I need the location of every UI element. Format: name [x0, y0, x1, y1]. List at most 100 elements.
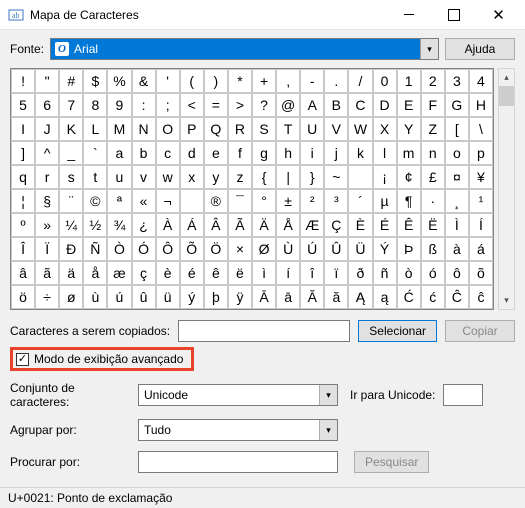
- select-button[interactable]: Selecionar: [358, 320, 437, 342]
- character-cell[interactable]: 0: [373, 69, 397, 93]
- character-cell[interactable]: ¼: [59, 213, 83, 237]
- character-cell[interactable]: #: [59, 69, 83, 93]
- character-cell[interactable]: j: [324, 141, 348, 165]
- character-cell[interactable]: d: [180, 141, 204, 165]
- character-cell[interactable]: ": [35, 69, 59, 93]
- character-cell[interactable]: `: [83, 141, 107, 165]
- character-cell[interactable]: P: [180, 117, 204, 141]
- character-cell[interactable]: Z: [421, 117, 445, 141]
- character-cell[interactable]: *: [228, 69, 252, 93]
- character-cell[interactable]: T: [276, 117, 300, 141]
- character-cell[interactable]: _: [59, 141, 83, 165]
- character-cell[interactable]: Ă: [300, 285, 324, 309]
- character-cell[interactable]: >: [228, 93, 252, 117]
- character-cell[interactable]: ÿ: [228, 285, 252, 309]
- character-cell[interactable]: ;: [156, 93, 180, 117]
- character-cell[interactable]: Ø: [252, 237, 276, 261]
- character-cell[interactable]: ô: [445, 261, 469, 285]
- character-cell[interactable]: y: [204, 165, 228, 189]
- character-cell[interactable]: Ú: [300, 237, 324, 261]
- character-cell[interactable]: ¬: [156, 189, 180, 213]
- character-cell[interactable]: D: [373, 93, 397, 117]
- character-cell[interactable]: Æ: [300, 213, 324, 237]
- character-cell[interactable]: &: [132, 69, 156, 93]
- character-cell[interactable]: å: [83, 261, 107, 285]
- character-cell[interactable]: 3: [445, 69, 469, 93]
- character-cell[interactable]: ā: [276, 285, 300, 309]
- character-cell[interactable]: u: [107, 165, 131, 189]
- character-cell[interactable]: v: [132, 165, 156, 189]
- copy-button[interactable]: Copiar: [445, 320, 515, 342]
- character-cell[interactable]: î: [300, 261, 324, 285]
- character-cell[interactable]: Ì: [445, 213, 469, 237]
- character-cell[interactable]: ]: [11, 141, 35, 165]
- character-cell[interactable]: Á: [180, 213, 204, 237]
- character-cell[interactable]: W: [348, 117, 372, 141]
- character-cell[interactable]: ù: [83, 285, 107, 309]
- character-cell[interactable]: ®: [204, 189, 228, 213]
- character-cell[interactable]: c: [156, 141, 180, 165]
- character-cell[interactable]: È: [348, 213, 372, 237]
- character-cell[interactable]: ¹: [469, 189, 493, 213]
- character-cell[interactable]: H: [469, 93, 493, 117]
- character-cell[interactable]: ă: [324, 285, 348, 309]
- minimize-button[interactable]: [386, 0, 431, 29]
- character-cell[interactable]: +: [252, 69, 276, 93]
- character-cell[interactable]: é: [180, 261, 204, 285]
- character-cell[interactable]: q: [11, 165, 35, 189]
- character-cell[interactable]: ê: [204, 261, 228, 285]
- character-cell[interactable]: ú: [107, 285, 131, 309]
- close-button[interactable]: ✕: [476, 0, 521, 29]
- character-cell[interactable]: :: [132, 93, 156, 117]
- copy-chars-input[interactable]: [178, 320, 350, 342]
- maximize-button[interactable]: [431, 0, 476, 29]
- character-cell[interactable]: Ï: [35, 237, 59, 261]
- character-cell[interactable]: û: [132, 285, 156, 309]
- character-cell[interactable]: F: [421, 93, 445, 117]
- character-cell[interactable]: ó: [421, 261, 445, 285]
- scroll-down-icon[interactable]: ▾: [499, 292, 514, 309]
- character-cell[interactable]: @: [276, 93, 300, 117]
- character-cell[interactable]: â: [11, 261, 35, 285]
- group-by-select[interactable]: Tudo ▾: [138, 419, 338, 441]
- character-cell[interactable]: Ò: [107, 237, 131, 261]
- character-cell[interactable]: B: [324, 93, 348, 117]
- character-cell[interactable]: ñ: [373, 261, 397, 285]
- character-cell[interactable]: z: [228, 165, 252, 189]
- character-cell[interactable]: ¯: [228, 189, 252, 213]
- character-cell[interactable]: N: [132, 117, 156, 141]
- character-cell[interactable]: «: [132, 189, 156, 213]
- grid-scrollbar[interactable]: ▴ ▾: [498, 68, 515, 310]
- font-select[interactable]: O Arial ▾: [50, 38, 439, 60]
- character-cell[interactable]: ¾: [107, 213, 131, 237]
- character-cell[interactable]: è: [156, 261, 180, 285]
- character-cell[interactable]: ö: [11, 285, 35, 309]
- character-cell[interactable]: À: [156, 213, 180, 237]
- character-cell[interactable]: %: [107, 69, 131, 93]
- character-cell[interactable]: p: [469, 141, 493, 165]
- character-cell[interactable]: Þ: [397, 237, 421, 261]
- character-cell[interactable]: 2: [421, 69, 445, 93]
- character-cell[interactable]: ë: [228, 261, 252, 285]
- character-cell[interactable]: ï: [324, 261, 348, 285]
- character-cell[interactable]: }: [300, 165, 324, 189]
- character-cell[interactable]: Å: [276, 213, 300, 237]
- character-cell[interactable]: ü: [156, 285, 180, 309]
- character-cell[interactable]: K: [59, 117, 83, 141]
- character-cell[interactable]: º: [11, 213, 35, 237]
- character-cell[interactable]: Î: [11, 237, 35, 261]
- charset-select[interactable]: Unicode ▾: [138, 384, 338, 406]
- character-cell[interactable]: ,: [276, 69, 300, 93]
- character-cell[interactable]: [348, 165, 372, 189]
- advanced-view-checkbox[interactable]: ✓ Modo de exibição avançado: [10, 347, 194, 371]
- character-cell[interactable]: ): [204, 69, 228, 93]
- character-cell[interactable]: ã: [35, 261, 59, 285]
- character-cell[interactable]: ±: [276, 189, 300, 213]
- character-cell[interactable]: s: [59, 165, 83, 189]
- character-cell[interactable]: r: [35, 165, 59, 189]
- character-cell[interactable]: h: [276, 141, 300, 165]
- character-cell[interactable]: æ: [107, 261, 131, 285]
- character-cell[interactable]: þ: [204, 285, 228, 309]
- character-cell[interactable]: Ã: [228, 213, 252, 237]
- character-cell[interactable]: É: [373, 213, 397, 237]
